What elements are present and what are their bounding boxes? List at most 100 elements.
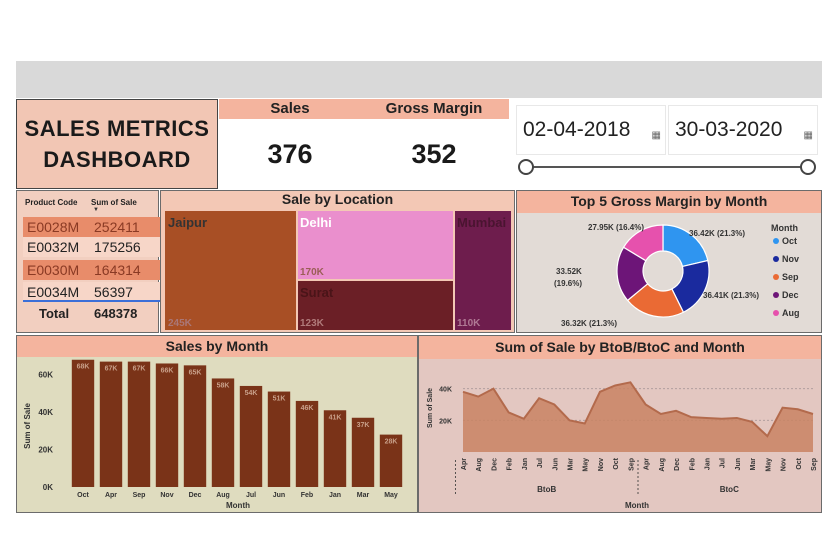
bar-x-tick-label: Sep (133, 492, 146, 499)
legend-marker-oct (773, 238, 779, 244)
bar-x-tick-label: May (384, 492, 398, 499)
table-header-product-code[interactable]: Product Code (25, 198, 77, 207)
end-date-value: 30-03-2020 (675, 118, 783, 141)
area-x-tick-label: Jul (720, 458, 727, 468)
bar-data-label: 68K (77, 364, 90, 371)
bar-jul[interactable] (239, 385, 263, 487)
area-x-tick-label: Apr (644, 458, 651, 470)
area-x-tick-label: Feb (689, 458, 696, 470)
bar-y-tick-label: 20K (38, 446, 53, 455)
bar-apr[interactable] (99, 361, 123, 487)
legend-item-oct[interactable]: Oct (782, 236, 797, 246)
btob-btoc-area-chart: 20K 40K Apr Aug Dec Feb Jan Jul Jun Mar May Nov Oct S… (427, 381, 818, 510)
bar-jun[interactable] (267, 391, 291, 487)
bar-x-tick-label: Mar (357, 492, 370, 499)
bar-oct[interactable] (71, 359, 95, 487)
legend-item-dec[interactable]: Dec (782, 290, 799, 300)
area-x-tick-label: Mar (568, 458, 575, 471)
legend-marker-aug (773, 310, 779, 316)
date-range-end-handle[interactable] (800, 159, 816, 175)
table-row[interactable]: E0030M 164314 (23, 260, 163, 280)
bar-nov[interactable] (155, 363, 179, 487)
area-y-tick-label: 40K (439, 387, 452, 394)
bar-feb[interactable] (295, 400, 319, 487)
bar-y-tick-label: 40K (38, 408, 53, 417)
bar-sep[interactable] (127, 361, 151, 487)
area-x-tick-label: Apr (461, 458, 468, 470)
area-group-label: BtoB (537, 485, 556, 494)
treemap-tile-delhi[interactable]: Delhi 170K (298, 211, 453, 279)
bar-data-label: 51K (273, 396, 286, 403)
area-x-tick-label: Nov (598, 458, 605, 471)
treemap-tile-mumbai[interactable]: Mumbai 110K (455, 211, 511, 330)
gross-margin-donut-panel: Top 5 Gross Margin by Month 27.95K (16.4… (516, 190, 822, 333)
area-y-tick-label: 20K (439, 418, 452, 425)
sales-kpi-label: Sales (270, 100, 310, 117)
donut-data-label: 36.32K (21.3%) (561, 319, 617, 328)
bar-y-tick-label: 60K (38, 371, 53, 380)
sort-desc-icon[interactable]: ▼ (93, 207, 99, 213)
bar-jan[interactable] (323, 410, 347, 487)
sales-by-month-chart: 0K 20K 40K 60K 68K Oct 67K Apr 67K Sep 66K Nov 65K De… (23, 359, 403, 510)
legend-marker-nov (773, 256, 779, 262)
bar-x-tick-label: Apr (105, 492, 117, 499)
donut-data-label: 27.95K (16.4%) (588, 223, 644, 232)
table-cell-code: E0032M (27, 239, 80, 255)
area-x-tick-label: Jan (704, 458, 711, 470)
treemap-value: 110K (457, 318, 481, 329)
bar-data-label: 46K (301, 405, 314, 412)
table-cell-value: 175256 (94, 239, 141, 255)
calendar-icon[interactable]: ▦ (652, 130, 661, 141)
table-cell-value: 56397 (94, 284, 133, 300)
legend-item-aug[interactable]: Aug (782, 308, 800, 318)
donut-data-label: 36.42K (21.3%) (689, 229, 745, 238)
bar-x-tick-label: Jul (246, 492, 256, 499)
treemap-label: Delhi (300, 215, 332, 230)
treemap-tile-jaipur[interactable]: Jaipur 245K (165, 211, 296, 330)
treemap-value: 170K (300, 267, 324, 278)
calendar-icon[interactable]: ▦ (804, 130, 813, 141)
dashboard-title: SALES METRICS DASHBOARD (16, 99, 218, 189)
start-date-input[interactable]: 02-04-2018 ▦ (516, 105, 666, 155)
bar-x-tick-label: Nov (160, 492, 173, 499)
area-x-tick-label: Jul (537, 458, 544, 468)
table-row[interactable]: E0032M 175256 (23, 237, 163, 257)
bar-y-axis-title: Sum of Sale (23, 403, 32, 449)
bar-aug[interactable] (211, 378, 235, 487)
area-x-tick-label: May (765, 458, 772, 472)
sale-by-location-treemap: Sale by Location Jaipur 245K Delhi 170K … (160, 190, 515, 333)
treemap-value: 245K (168, 318, 192, 329)
treemap-label: Surat (300, 285, 334, 300)
bar-data-label: 65K (189, 369, 202, 376)
end-date-input[interactable]: 30-03-2020 ▦ (668, 105, 818, 155)
donut-data-label: 36.41K (21.3%) (703, 291, 759, 300)
legend-item-nov[interactable]: Nov (782, 254, 799, 264)
table-row[interactable]: E0028M 252411 (23, 217, 163, 237)
area-x-tick-label: Sep (811, 458, 818, 471)
table-row[interactable]: E0034M 56397 (23, 282, 163, 302)
product-sales-table: Product Code Sum of Sale ▼ E0028M 252411… (16, 190, 163, 333)
title-line-2: DASHBOARD (43, 147, 191, 172)
date-range-slider-track[interactable] (526, 166, 808, 168)
table-total-label: Total (39, 306, 70, 321)
treemap-value: 123K (300, 318, 324, 329)
title-line-1: SALES METRICS (24, 116, 210, 141)
area-x-tick-label: Dec (491, 458, 498, 471)
legend-item-sep[interactable]: Sep (782, 272, 799, 282)
donut-data-label-line2: (19.6%) (554, 279, 582, 288)
treemap-label: Mumbai (457, 215, 507, 230)
date-range-start-handle[interactable] (518, 159, 534, 175)
table-cell-code: E0030M (27, 262, 80, 278)
bar-x-tick-label: Jan (329, 492, 341, 499)
bar-dec[interactable] (183, 365, 207, 487)
gross-margin-kpi-value: 352 (411, 139, 457, 169)
top-banner (16, 61, 822, 98)
treemap-title: Sale by Location (281, 191, 394, 207)
table-header-sum-of-sale[interactable]: Sum of Sale (91, 198, 137, 207)
table-cell-code: E0028M (27, 219, 80, 235)
treemap-tile-surat[interactable]: Surat 123K (298, 281, 453, 330)
area-x-tick-label: Jan (522, 458, 529, 470)
area-x-tick-label: Nov (781, 458, 788, 471)
bar-data-label: 37K (357, 422, 370, 429)
treemap-label: Jaipur (168, 215, 208, 230)
